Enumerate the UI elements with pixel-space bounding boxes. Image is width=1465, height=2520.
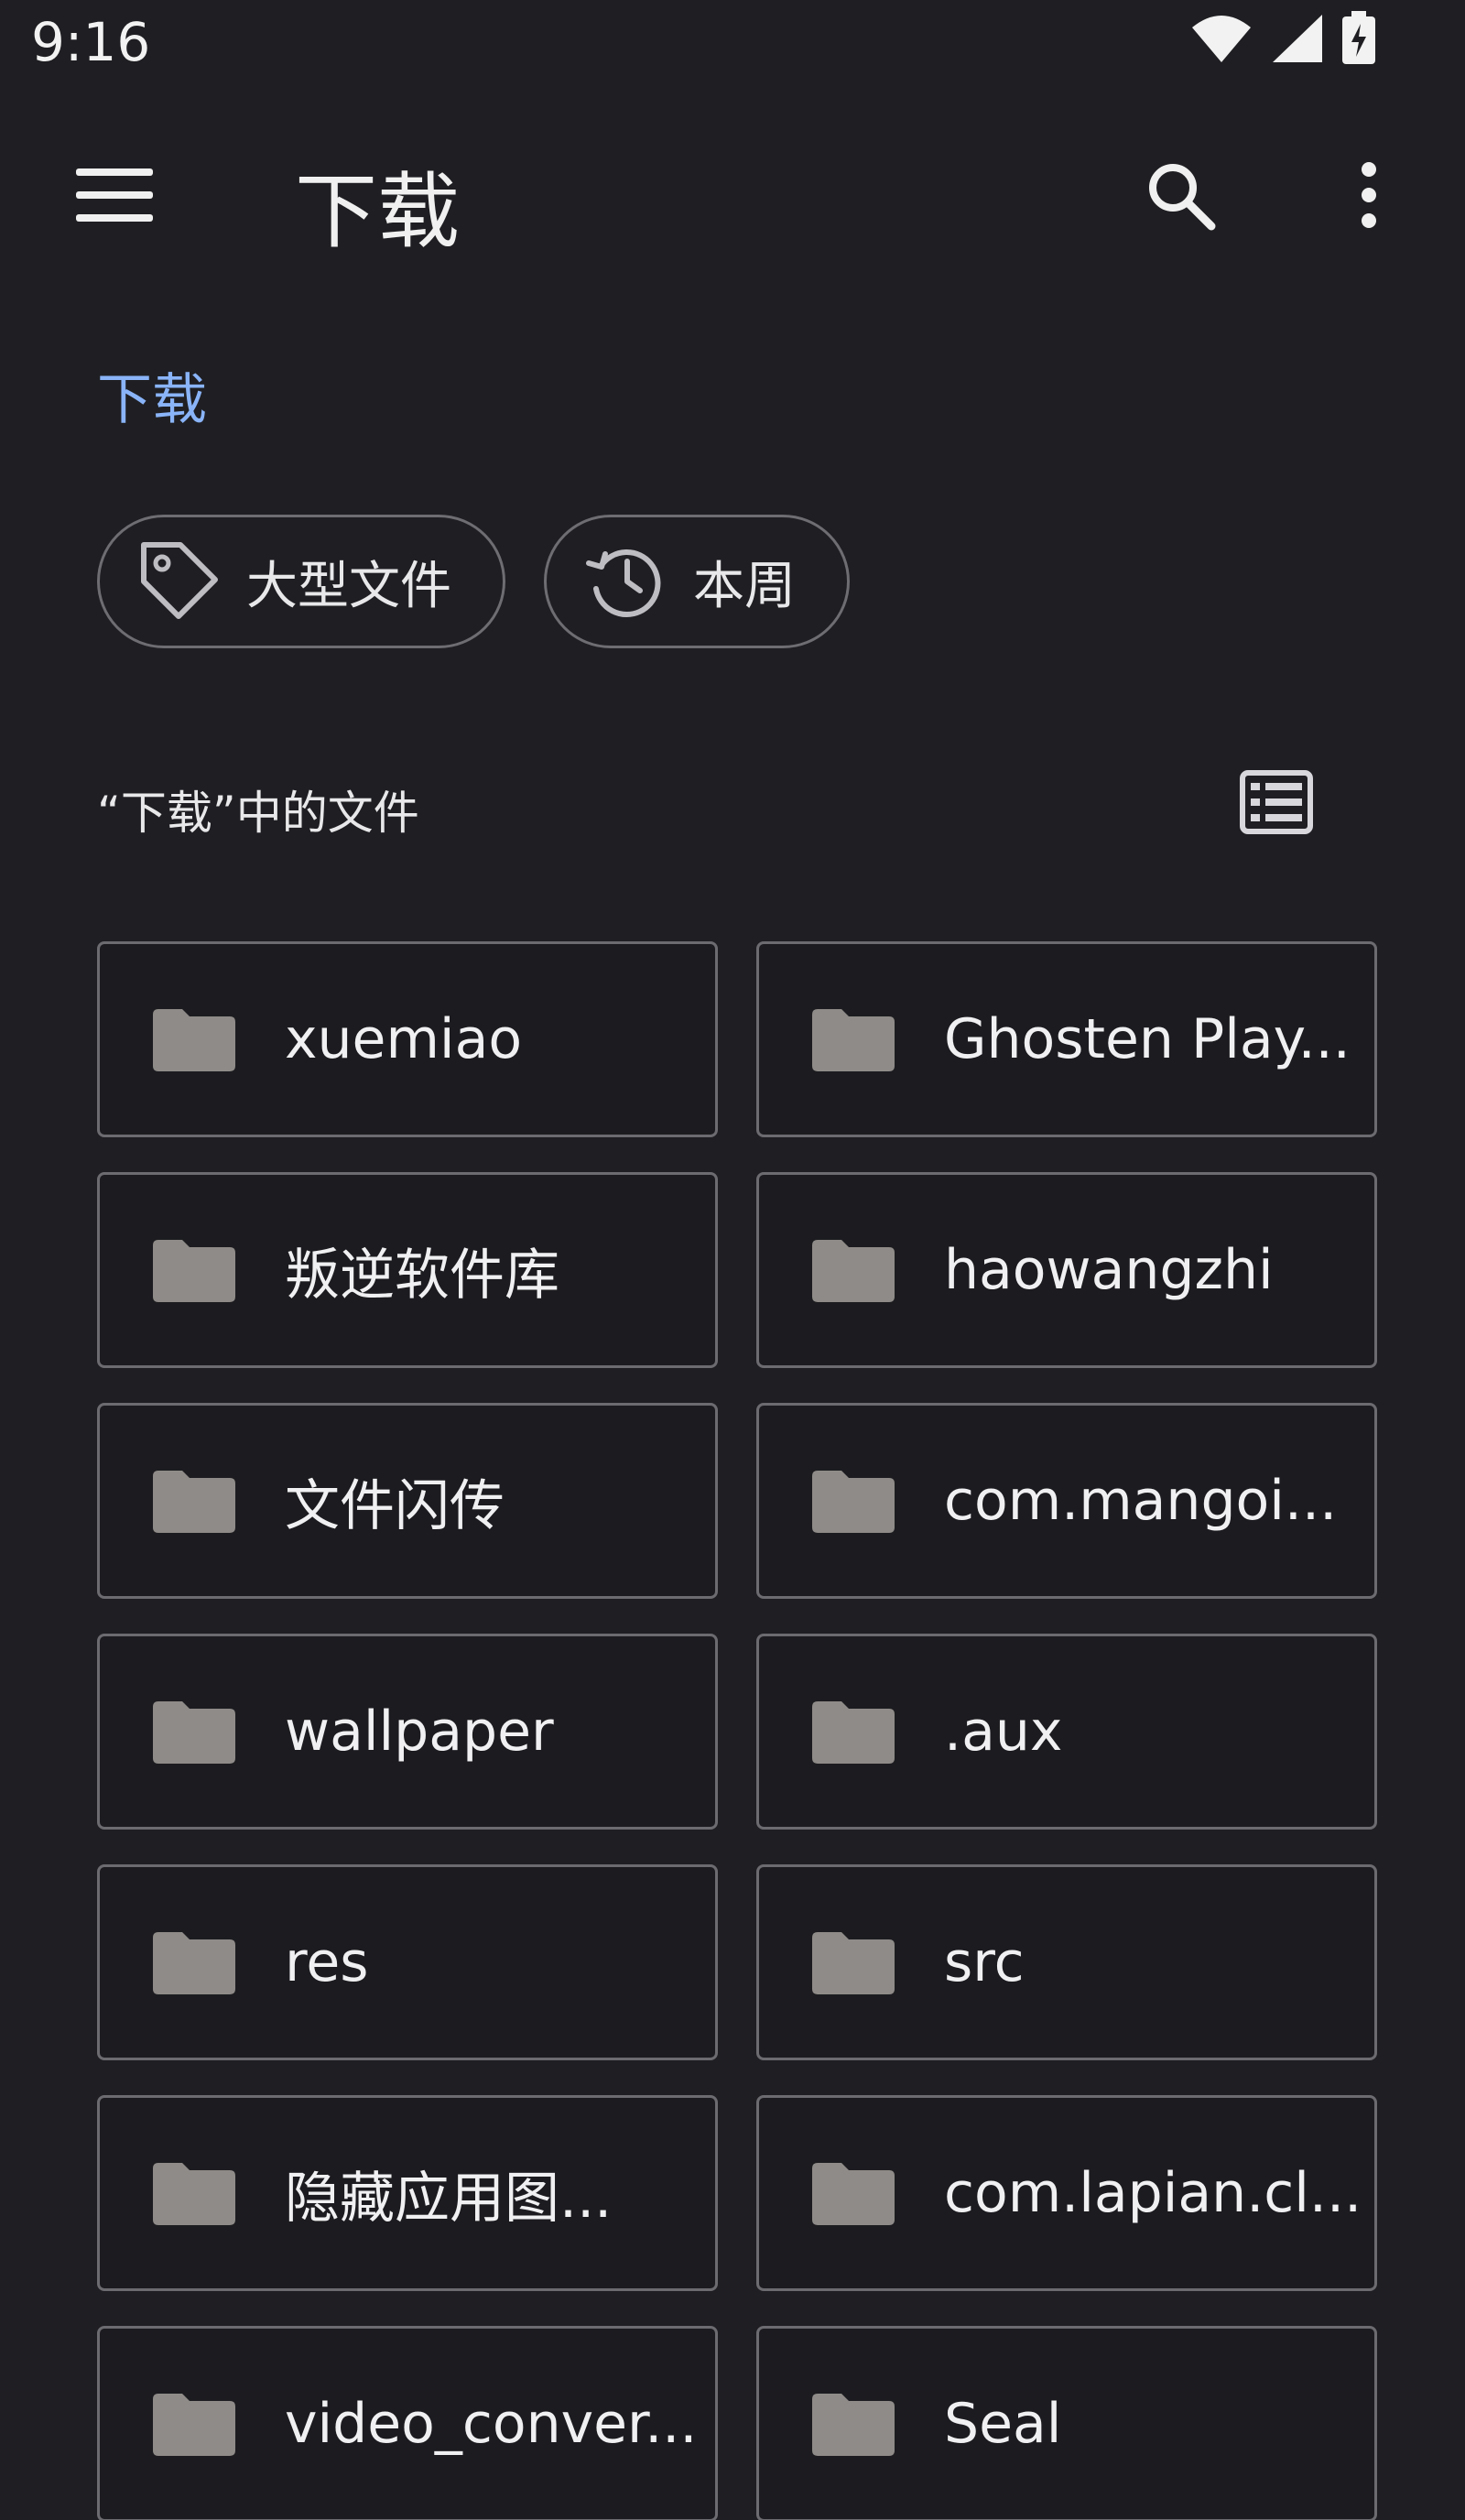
status-bar: 9:16 (0, 0, 1465, 84)
folder-tile[interactable]: 文件闪传 (97, 1403, 718, 1599)
folder-name: 文件闪传 (285, 1473, 505, 1538)
section-title: “下载”中的文件 (97, 787, 419, 840)
more-options-button[interactable] (1318, 147, 1419, 247)
history-icon (583, 538, 667, 625)
chip-label: 本周 (693, 556, 796, 616)
folder-name: haowangzhi (944, 1238, 1274, 1302)
folder-tile[interactable]: 叛逆软件库 (97, 1172, 718, 1368)
folder-tile[interactable]: src (756, 1864, 1377, 2060)
status-icons (1190, 11, 1377, 70)
folder-tile[interactable]: res (97, 1864, 718, 2060)
search-icon (1144, 158, 1217, 235)
folder-icon (812, 1238, 895, 1302)
more-vert-icon (1360, 160, 1378, 234)
folder-icon (812, 2392, 895, 2456)
chip-large-files[interactable]: 大型文件 (97, 515, 505, 648)
folder-icon (812, 2161, 895, 2225)
folder-icon (153, 1700, 235, 1764)
folder-icon (153, 1930, 235, 1994)
folder-name: com.mangoi... (944, 1469, 1338, 1533)
file-manager-screen: 9:16 下载 下载 大型文件 本周 “下载”中的文件 xuemiao Ghos… (0, 0, 1465, 2520)
folder-icon (153, 2392, 235, 2456)
folder-tile[interactable]: xuemiao (97, 941, 718, 1137)
folder-name: .aux (944, 1700, 1063, 1764)
folder-name: 叛逆软件库 (285, 1243, 559, 1308)
folder-name: xuemiao (285, 1007, 523, 1071)
list-view-icon (1240, 770, 1313, 838)
view-toggle-button[interactable] (1227, 764, 1326, 844)
folder-name: Ghosten Play... (944, 1007, 1351, 1071)
folder-tile[interactable]: Seal (756, 2326, 1377, 2520)
battery-charging-icon (1340, 11, 1377, 70)
folder-name: res (285, 1930, 369, 1994)
folder-icon (812, 1700, 895, 1764)
search-button[interactable] (1130, 147, 1231, 247)
folder-tile[interactable]: com.lapian.cl... (756, 2095, 1377, 2291)
folder-icon (153, 2161, 235, 2225)
folder-grid: xuemiao Ghosten Play... 叛逆软件库 haowangzhi 文件闪… (97, 941, 1377, 2520)
folder-name: video_conver... (285, 2392, 698, 2456)
folder-tile[interactable]: haowangzhi (756, 1172, 1377, 1368)
folder-icon (153, 1007, 235, 1071)
folder-name: 隐藏应用图... (285, 2166, 613, 2231)
folder-tile[interactable]: com.mangoi... (756, 1403, 1377, 1599)
folder-name: wallpaper (285, 1700, 554, 1764)
folder-icon (812, 1469, 895, 1533)
folder-tile[interactable]: 隐藏应用图... (97, 2095, 718, 2291)
folder-tile[interactable]: Ghosten Play... (756, 941, 1377, 1137)
wifi-icon (1190, 13, 1253, 68)
breadcrumb[interactable]: 下载 (97, 355, 207, 435)
chip-this-week[interactable]: 本周 (544, 515, 850, 648)
tag-icon (136, 538, 221, 625)
status-time: 9:16 (31, 11, 151, 73)
folder-icon (153, 1469, 235, 1533)
page-title: 下载 (295, 164, 460, 260)
folder-icon (812, 1007, 895, 1071)
folder-name: src (944, 1930, 1025, 1994)
folder-name: Seal (944, 2392, 1062, 2456)
menu-button[interactable] (64, 156, 165, 238)
menu-icon (76, 167, 153, 227)
folder-tile[interactable]: .aux (756, 1634, 1377, 1830)
folder-name: com.lapian.cl... (944, 2161, 1362, 2225)
chip-label: 大型文件 (246, 556, 451, 616)
cellular-signal-icon (1269, 13, 1324, 68)
folder-tile[interactable]: wallpaper (97, 1634, 718, 1830)
app-bar: 下载 (0, 119, 1465, 266)
folder-icon (153, 1238, 235, 1302)
folder-icon (812, 1930, 895, 1994)
folder-tile[interactable]: video_conver... (97, 2326, 718, 2520)
filter-chips: 大型文件 本周 (97, 515, 850, 648)
